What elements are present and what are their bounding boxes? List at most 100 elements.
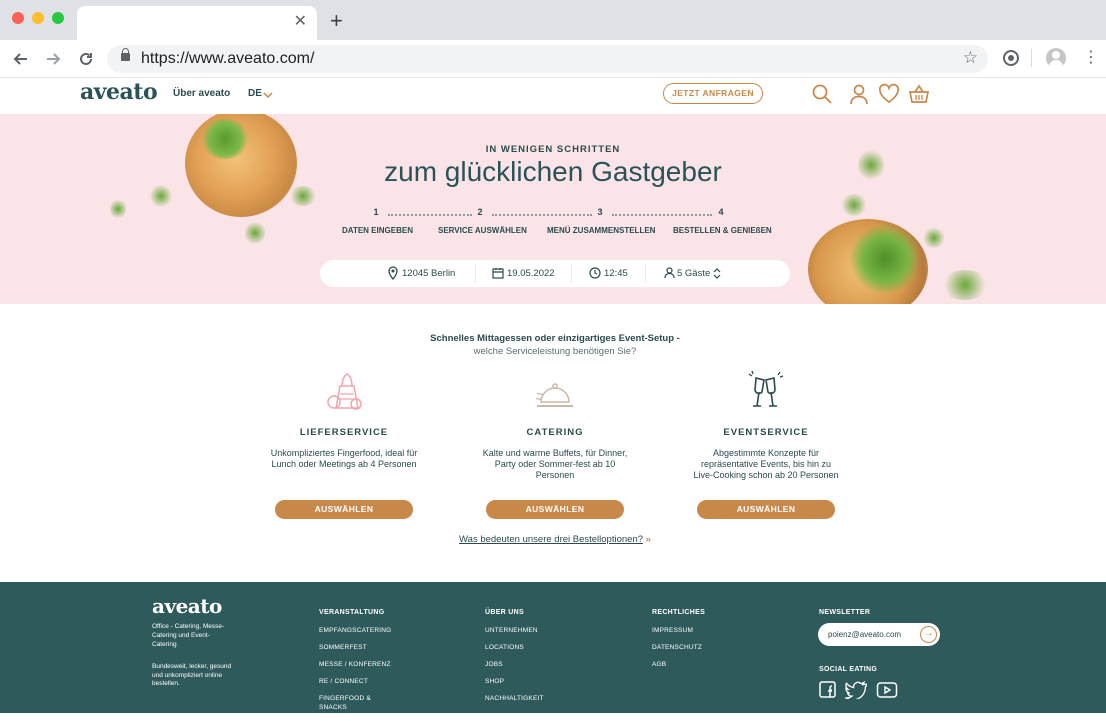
- request-now-button[interactable]: JETZT ANFRAGEN: [663, 83, 763, 104]
- step-connector: [388, 214, 472, 216]
- browser-tab[interactable]: ✕: [77, 6, 317, 40]
- footer-link[interactable]: RE / CONNECT: [319, 678, 391, 686]
- nav-about-link[interactable]: Über aveato: [173, 88, 230, 99]
- footer-logo[interactable]: aveato: [152, 594, 222, 618]
- toolbar-divider: [1031, 49, 1032, 67]
- language-selector[interactable]: DE: [248, 88, 262, 99]
- step-number: 4: [718, 207, 724, 217]
- services-intro-subheading: welche Serviceleistung benötigen Sie?: [473, 346, 637, 357]
- profile-avatar[interactable]: [1046, 48, 1066, 68]
- twitter-icon[interactable]: [845, 681, 867, 699]
- select-catering-button[interactable]: AUSWÄHLEN: [486, 500, 624, 519]
- browser-menu-icon[interactable]: ⋮: [1083, 48, 1099, 68]
- chevron-down-icon[interactable]: [263, 90, 273, 100]
- footer-link[interactable]: EMPFANGSCATERING: [319, 627, 391, 635]
- user-icon[interactable]: [848, 83, 870, 105]
- hero-title: zum glücklichen Gastgeber: [384, 156, 722, 187]
- step-number: 2: [477, 207, 483, 217]
- service-title: LIEFERSERVICE: [299, 427, 389, 438]
- newsletter-submit-button[interactable]: →: [920, 626, 937, 643]
- service-title: EVENTSERVICE: [723, 427, 809, 438]
- site-logo[interactable]: aveato: [80, 79, 158, 105]
- footer-column-rechtliches: RECHTLICHES IMPRESSUM DATENSCHUTZ AGB: [652, 609, 705, 678]
- step-number: 3: [597, 207, 603, 217]
- guests-field[interactable]: 5 Gäste: [677, 268, 710, 279]
- time-field[interactable]: 12:45: [604, 268, 628, 279]
- reload-icon[interactable]: [77, 50, 95, 68]
- back-icon[interactable]: [12, 50, 30, 68]
- order-options-link-text[interactable]: Was bedeuten unsere drei Bestelloptionen…: [459, 534, 643, 545]
- footer-link[interactable]: JOBS: [485, 661, 544, 669]
- basket-icon[interactable]: [908, 83, 930, 105]
- footer-link[interactable]: MESSE / KONFERENZ: [319, 661, 391, 669]
- url-text[interactable]: https://www.aveato.com/: [141, 50, 314, 68]
- cloche-icon: [535, 383, 573, 407]
- footer-link[interactable]: SOMMERFEST: [319, 644, 391, 652]
- footer-link[interactable]: SHOP: [485, 678, 544, 686]
- footer-column-veranstaltung: VERANSTALTUNG EMPFANGSCATERING SOMMERFES…: [319, 609, 391, 721]
- new-tab-button[interactable]: +: [330, 10, 343, 32]
- divider: [571, 264, 572, 283]
- footer-link[interactable]: LOCATIONS: [485, 644, 544, 652]
- footer-link[interactable]: AGB: [652, 661, 705, 669]
- tab-close-icon[interactable]: ✕: [294, 14, 307, 30]
- heart-icon[interactable]: [878, 83, 900, 105]
- footer-link[interactable]: NACHHALTIGKEIT: [485, 695, 544, 703]
- footer-column-ueber-uns: ÜBER UNS UNTERNEHMEN LOCATIONS JOBS SHOP…: [485, 609, 544, 712]
- close-window-button[interactable]: [12, 12, 24, 24]
- maximize-window-button[interactable]: [52, 12, 64, 24]
- step-connector: [612, 214, 712, 216]
- service-description: Kalte und warme Buffets, für Dinner, Par…: [482, 448, 628, 480]
- address-bar[interactable]: https://www.aveato.com/ ☆: [107, 45, 988, 73]
- facebook-icon[interactable]: [818, 681, 838, 699]
- select-eventservice-button[interactable]: AUSWÄHLEN: [697, 500, 835, 519]
- browser-titlebar: ✕ +: [0, 0, 1106, 40]
- herb-image: [922, 228, 946, 248]
- minimize-window-button[interactable]: [32, 12, 44, 24]
- order-options-link[interactable]: Was bedeuten unsere drei Bestelloptionen…: [0, 534, 1106, 545]
- footer-column-title: RECHTLICHES: [652, 609, 706, 616]
- herb-image: [850, 224, 920, 294]
- footer-claim: Bundesweit, lecker, gesund und unkompliz…: [152, 663, 232, 687]
- herb-image: [840, 194, 868, 216]
- divider: [645, 264, 646, 283]
- calendar-icon: [492, 268, 504, 279]
- footer-column-title: VERANSTALTUNG: [319, 609, 385, 616]
- search-icon[interactable]: [811, 83, 833, 105]
- footer-link[interactable]: SNACKS: [319, 704, 391, 712]
- herb-image: [288, 186, 318, 206]
- herb-image: [940, 270, 990, 300]
- footer-tagline: Office - Catering, Messe- Catering und E…: [152, 623, 225, 648]
- herb-image: [245, 220, 265, 246]
- footer-column-title: ÜBER UNS: [485, 609, 524, 616]
- site-footer: aveato Office - Catering, Messe- Caterin…: [0, 582, 1106, 713]
- location-field[interactable]: 12045 Berlin: [402, 268, 455, 279]
- extension-icon[interactable]: [1003, 50, 1019, 66]
- newsletter-email-value[interactable]: poienz@aveato.com: [828, 630, 901, 639]
- herb-image: [110, 198, 126, 220]
- footer-link[interactable]: FINGERFOOD &: [319, 695, 391, 703]
- services-intro-heading: Schnelles Mittagessen oder einzigartiges…: [430, 333, 680, 344]
- stepper-chevron-icon[interactable]: [713, 268, 721, 279]
- bookmark-star-icon[interactable]: ☆: [963, 48, 978, 68]
- step-label: BESTELLEN & GENIEßEN: [673, 226, 772, 235]
- footer-link[interactable]: IMPRESSUM: [652, 627, 705, 635]
- youtube-icon[interactable]: [876, 681, 898, 699]
- hero-section: IN WENIGEN SCHRITTEN zum glücklichen Gas…: [0, 114, 1106, 304]
- step-label: MENÜ ZUSAMMENSTELLEN: [547, 226, 656, 235]
- newsletter-email-field[interactable]: poienz@aveato.com →: [818, 623, 940, 646]
- select-lieferservice-button[interactable]: AUSWÄHLEN: [275, 500, 413, 519]
- double-chevron-icon: »: [645, 534, 651, 545]
- location-pin-icon: [388, 266, 398, 280]
- browser-toolbar: https://www.aveato.com/ ☆: [0, 40, 1106, 78]
- hero-kicker: IN WENIGEN SCHRITTEN: [485, 144, 621, 155]
- step-number: 1: [373, 207, 379, 217]
- divider: [475, 264, 476, 283]
- footer-link[interactable]: DATENSCHUTZ: [652, 644, 705, 652]
- step-label: DATEN EINGEBEN: [342, 226, 413, 235]
- step-connector: [492, 214, 592, 216]
- step-label: SERVICE AUSWÄHLEN: [438, 226, 527, 235]
- date-field[interactable]: 19.05.2022: [507, 268, 555, 279]
- footer-link[interactable]: UNTERNEHMEN: [485, 627, 544, 635]
- forward-icon[interactable]: [44, 50, 62, 68]
